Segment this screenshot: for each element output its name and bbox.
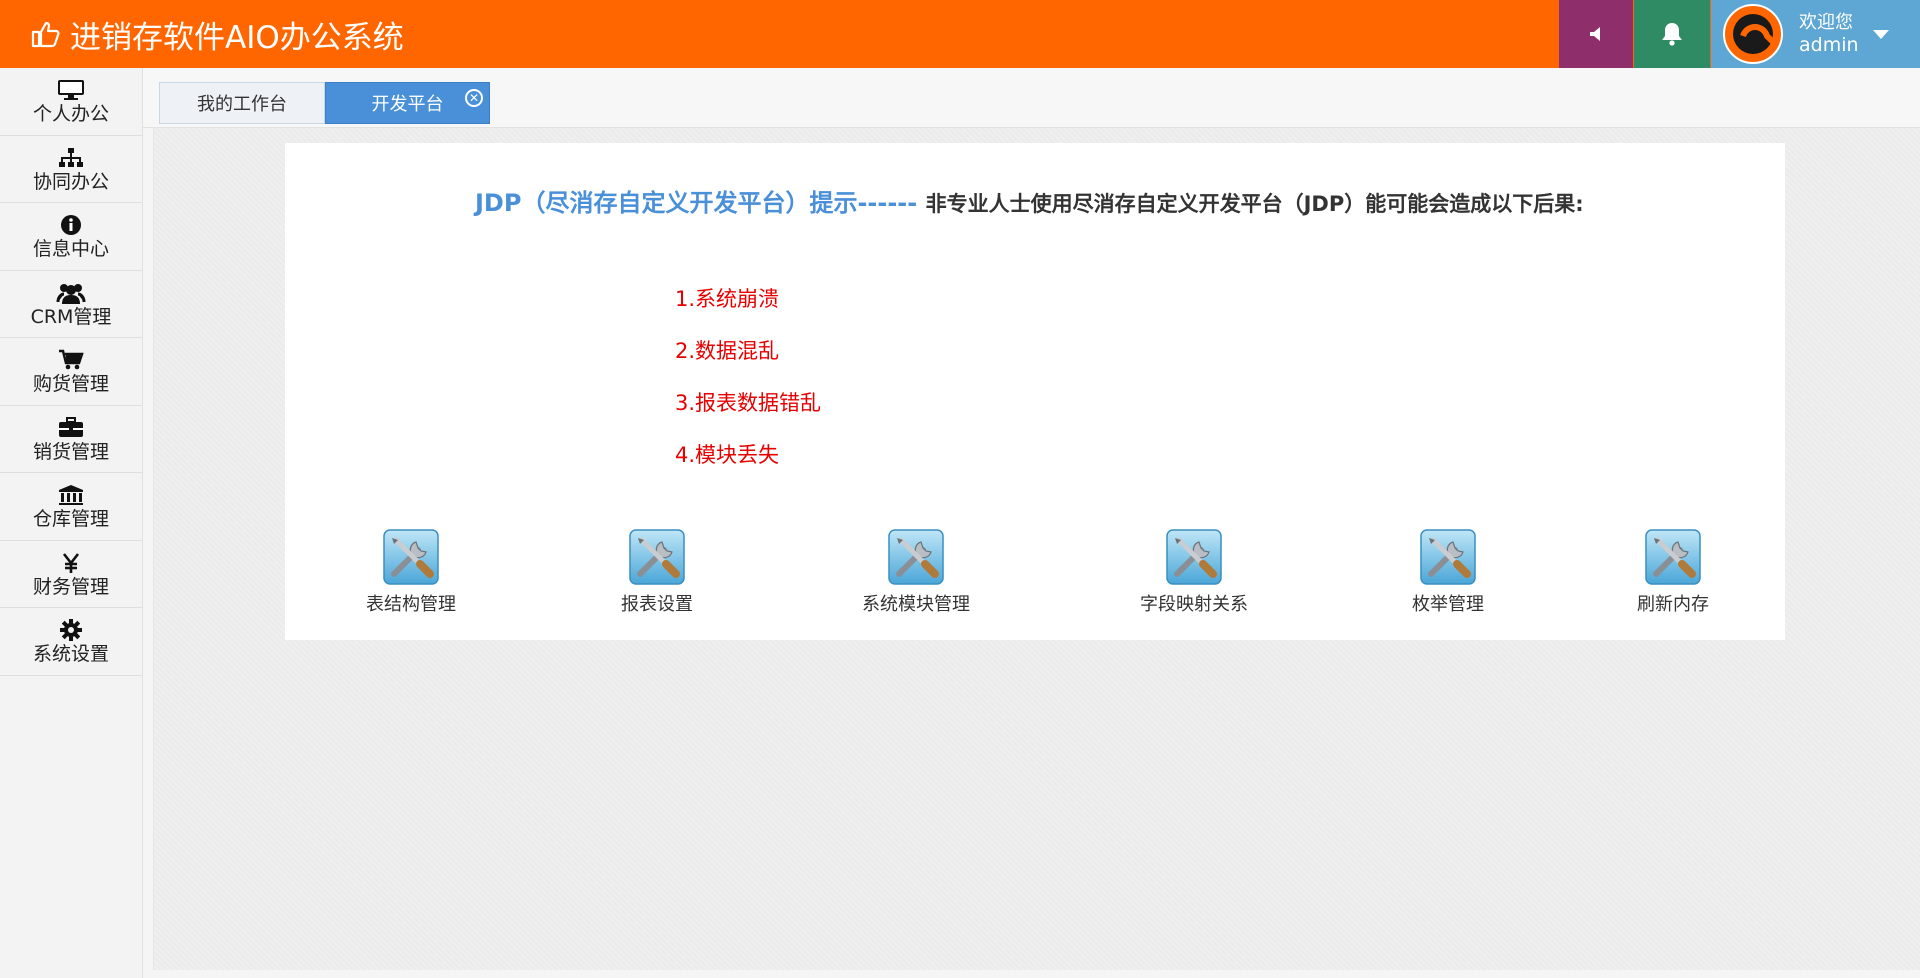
tools-icon xyxy=(887,528,945,586)
notice-title: JDP（尽消存自定义开发平台）提示------ xyxy=(475,189,918,217)
thumbs-up-icon xyxy=(31,21,60,48)
bell-icon xyxy=(1662,23,1682,46)
field-mapping-tool[interactable]: 字段映射关系 xyxy=(1140,528,1248,616)
tool-label: 刷新内存 xyxy=(1637,594,1709,615)
tab-bar: 我的工作台 开发平台 ✕ xyxy=(143,68,1920,128)
enum-management-tool[interactable]: 枚举管理 xyxy=(1412,528,1484,616)
sidebar-item-sales[interactable]: 销货管理 xyxy=(0,406,142,473)
close-icon[interactable]: ✕ xyxy=(465,89,483,107)
sidebar-item-finance[interactable]: 财务管理 xyxy=(0,541,142,608)
user-menu[interactable]: 欢迎您 admin xyxy=(1711,0,1920,68)
sidebar-item-label: 个人办公 xyxy=(32,103,109,126)
warning-item: 2.数据混乱 xyxy=(675,339,780,363)
warning-item: 1.系统崩溃 xyxy=(675,287,780,311)
app-title: 进销存软件AIO办公系统 xyxy=(70,19,404,56)
tool-label: 系统模块管理 xyxy=(862,594,970,615)
notice-heading: JDP（尽消存自定义开发平台）提示------ 非专业人士使用尽消存自定义开发平… xyxy=(475,183,1655,218)
tool-label: 字段映射关系 xyxy=(1140,594,1248,615)
avatar xyxy=(1723,4,1783,64)
sidebar-item-label: 购货管理 xyxy=(32,373,109,396)
tool-label: 报表设置 xyxy=(621,594,693,615)
dev-platform-panel: JDP（尽消存自定义开发平台）提示------ 非专业人士使用尽消存自定义开发平… xyxy=(285,143,1785,640)
sidebar-item-system-settings[interactable]: 系统设置 xyxy=(0,608,142,676)
tab-my-workbench[interactable]: 我的工作台 xyxy=(159,82,325,124)
sidebar-item-collaboration[interactable]: 协同办公 xyxy=(0,136,142,203)
gear-icon xyxy=(60,619,82,642)
sidebar-item-personal-office[interactable]: 个人办公 xyxy=(0,68,142,136)
sidebar-item-label: 系统设置 xyxy=(32,643,109,666)
sidebar-item-label: 仓库管理 xyxy=(32,508,109,531)
sidebar-item-label: 协同办公 xyxy=(32,170,109,193)
briefcase-icon xyxy=(59,416,83,437)
welcome-text: 欢迎您 xyxy=(1799,12,1853,33)
warning-list: 1.系统崩溃 2.数据混乱 3.报表数据错乱 4.模块丢失 xyxy=(675,273,821,481)
tools-icon xyxy=(382,528,440,586)
sidebar-item-label: CRM管理 xyxy=(30,305,112,328)
speaker-icon xyxy=(1590,27,1600,41)
notification-button[interactable] xyxy=(1634,0,1710,68)
sidebar: 个人办公 协同办公 信息中心 CRM管理 购货管理 销货管理 仓库管理 财务管理… xyxy=(0,68,143,978)
tools-icon xyxy=(1165,528,1223,586)
tab-label: 我的工作台 xyxy=(197,94,287,115)
refresh-memory-tool[interactable]: 刷新内存 xyxy=(1637,528,1709,616)
notice-text: 非专业人士使用尽消存自定义开发平台（JDP）能可能会造成以下后果: xyxy=(925,192,1584,216)
app-brand: 进销存软件AIO办公系统 xyxy=(0,0,404,68)
info-icon xyxy=(61,215,81,236)
report-settings-tool[interactable]: 报表设置 xyxy=(621,528,693,616)
monitor-icon xyxy=(58,80,84,101)
tool-label: 枚举管理 xyxy=(1412,594,1484,615)
yen-icon xyxy=(62,552,80,573)
sidebar-item-label: 财务管理 xyxy=(32,575,109,598)
tab-dev-platform[interactable]: 开发平台 ✕ xyxy=(325,82,490,124)
tool-label: 表结构管理 xyxy=(366,594,456,615)
warning-item: 4.模块丢失 xyxy=(675,443,780,467)
top-header: 进销存软件AIO办公系统 欢迎您 admin xyxy=(0,0,1920,68)
sidebar-item-info-center[interactable]: 信息中心 xyxy=(0,203,142,271)
tools-icon xyxy=(628,528,686,586)
system-module-tool[interactable]: 系统模块管理 xyxy=(862,528,970,616)
table-structure-tool[interactable]: 表结构管理 xyxy=(366,528,456,616)
sidebar-item-crm[interactable]: CRM管理 xyxy=(0,271,142,338)
warning-item: 3.报表数据错乱 xyxy=(675,391,822,415)
tools-icon xyxy=(1419,528,1477,586)
user-greeting: 欢迎您 admin xyxy=(1799,12,1859,56)
bank-icon xyxy=(59,485,83,506)
tab-label: 开发平台 xyxy=(371,94,444,115)
sidebar-item-purchase[interactable]: 购货管理 xyxy=(0,338,142,406)
sidebar-item-warehouse[interactable]: 仓库管理 xyxy=(0,473,142,541)
chevron-down-icon xyxy=(1872,29,1889,39)
sitemap-icon xyxy=(59,147,83,167)
sidebar-item-label: 信息中心 xyxy=(32,238,109,261)
sound-button[interactable] xyxy=(1559,0,1633,68)
users-icon xyxy=(56,283,86,304)
sidebar-item-label: 销货管理 xyxy=(32,440,109,463)
cart-icon xyxy=(59,350,84,370)
tools-icon xyxy=(1644,528,1702,586)
user-avatar-icon xyxy=(1726,7,1780,61)
username-text: admin xyxy=(1799,34,1859,56)
